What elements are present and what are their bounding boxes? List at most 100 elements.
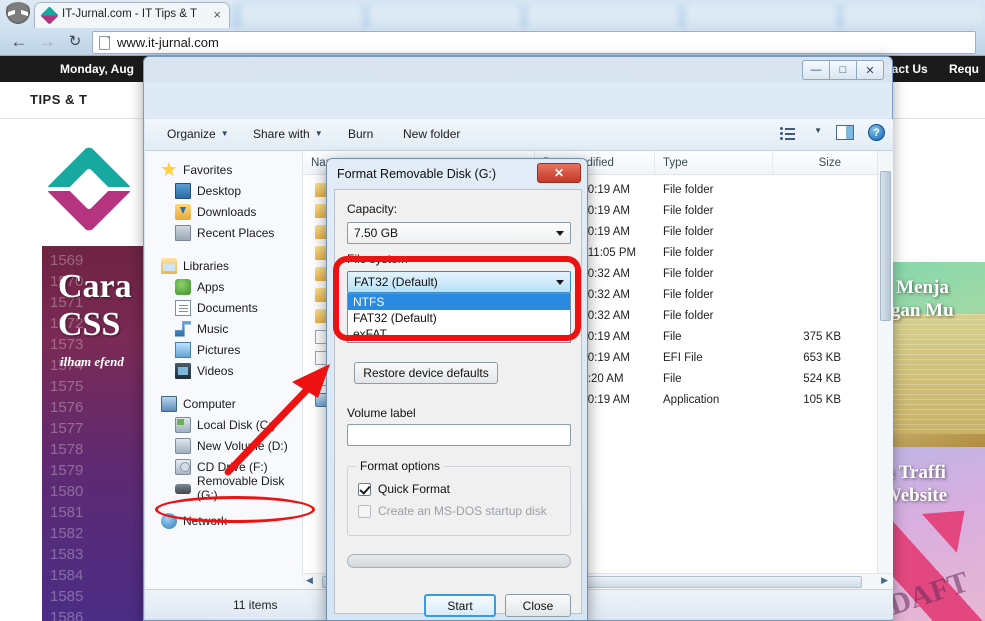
sidebar-item-favorites[interactable]: Favorites: [145, 159, 302, 180]
sidebar-item-label: Removable Disk (G:): [197, 473, 285, 502]
star-icon: [161, 161, 177, 177]
msdos-startup-disk-checkbox[interactable]: [358, 505, 371, 518]
explorer-address-row: ← → ▾ ▸ Computer ▸ Removable Disk (G:) ▸…: [144, 87, 892, 145]
sidebar-item-removable-disk-g[interactable]: Removable Disk (G:): [145, 474, 302, 502]
restore-device-defaults-button[interactable]: Restore device defaults: [354, 362, 498, 384]
toolbar-organize-button[interactable]: Organize ▼: [167, 127, 229, 141]
toolbar-right-icons: ▼ ?: [780, 124, 885, 141]
sidebar-item-new-volume-d[interactable]: New Volume (D:): [145, 435, 302, 456]
cell-type: File folder: [663, 267, 714, 280]
filesystem-option-exfat[interactable]: exFAT: [348, 326, 570, 342]
help-icon[interactable]: ?: [868, 124, 885, 141]
sidebar-item-label: CD Drive (F:): [197, 459, 268, 474]
preview-pane-icon[interactable]: [836, 125, 854, 140]
change-view-icon[interactable]: [780, 126, 796, 140]
format-dialog[interactable]: Format Removable Disk (G:) ✕ Capacity: 7…: [326, 158, 588, 621]
browser-back-icon[interactable]: ←: [8, 31, 30, 53]
filesystem-chevron-down-icon: [556, 280, 564, 285]
sidebar-item-pictures[interactable]: Pictures: [145, 339, 302, 360]
nav-pane-spacer: [145, 381, 302, 393]
filesystem-option-ntfs[interactable]: NTFS: [348, 294, 570, 310]
sidebar-item-label: Computer: [183, 396, 236, 411]
cell-size: 653 KB: [803, 351, 841, 364]
article-left-author: ilham efend: [60, 354, 124, 369]
toolbar-new-folder-button[interactable]: New folder: [403, 127, 460, 141]
window-controls: — □ ✕: [802, 60, 884, 80]
sidebar-item-label: Libraries: [183, 258, 230, 273]
scroll-left-icon[interactable]: ◀: [306, 575, 313, 586]
navigation-pane[interactable]: Favorites Desktop Downloads Recent Places Li…: [145, 151, 303, 591]
code-line-number: 1576: [50, 399, 84, 416]
code-line-number: 1586: [50, 609, 84, 621]
cell-type: File folder: [663, 288, 714, 301]
code-line-number: 1582: [50, 525, 84, 542]
quick-format-checkbox[interactable]: [358, 483, 371, 496]
toolbar-share-with-button[interactable]: Share with ▼: [253, 127, 323, 141]
toolbar-burn-button[interactable]: Burn: [348, 127, 373, 141]
sidebar-item-downloads[interactable]: Downloads: [145, 201, 302, 222]
website-tagline: TIPS & T: [30, 92, 88, 107]
format-options-group: Format options Quick Format Create an MS…: [347, 459, 571, 536]
sidebar-item-libraries[interactable]: Libraries: [145, 255, 302, 276]
sidebar-item-computer[interactable]: Computer: [145, 393, 302, 414]
browser-tab-strip: IT-Jurnal.com - IT Tips & T ×: [0, 0, 985, 28]
sidebar-item-local-disk-c[interactable]: Local Disk (C:): [145, 414, 302, 435]
sidebar-item-apps[interactable]: Apps: [145, 276, 302, 297]
minimize-button[interactable]: —: [802, 60, 830, 80]
code-line-number: 1581: [50, 504, 84, 521]
nav-request[interactable]: Requ: [949, 62, 979, 76]
filesystem-dropdown[interactable]: FAT32 (Default): [347, 271, 571, 293]
pictures-icon: [175, 341, 191, 358]
browser-chrome: IT-Jurnal.com - IT Tips & T × ← → ↻ www.…: [0, 0, 985, 56]
code-line-number: 1577: [50, 420, 84, 437]
sidebar-item-videos[interactable]: Videos: [145, 360, 302, 381]
sidebar-item-desktop[interactable]: Desktop: [145, 180, 302, 201]
filesystem-value: FAT32 (Default): [354, 275, 438, 289]
browser-address-bar[interactable]: www.it-jurnal.com: [92, 31, 976, 54]
capacity-dropdown[interactable]: 7.50 GB: [347, 222, 571, 244]
close-button[interactable]: ✕: [856, 60, 884, 80]
scroll-right-icon[interactable]: ▶: [881, 575, 888, 586]
change-view-chevron-down-icon[interactable]: ▼: [814, 126, 822, 135]
scrollbar-thumb[interactable]: [880, 171, 891, 321]
filesystem-option-list[interactable]: NTFS FAT32 (Default) exFAT: [347, 293, 571, 343]
browser-active-tab[interactable]: IT-Jurnal.com - IT Tips & T ×: [34, 2, 230, 28]
article-left-title-line2: CSS: [58, 306, 121, 343]
format-dialog-close-icon[interactable]: ✕: [537, 163, 581, 183]
maximize-button[interactable]: □: [829, 60, 857, 80]
sidebar-item-music[interactable]: Music: [145, 318, 302, 339]
msdos-startup-disk-label: Create an MS-DOS startup disk: [378, 504, 547, 518]
article-left-title-line1: Cara: [58, 268, 132, 305]
browser-reload-icon[interactable]: ↻: [64, 31, 86, 53]
filesystem-option-fat32-default[interactable]: FAT32 (Default): [348, 310, 570, 326]
browser-forward-icon[interactable]: →: [36, 31, 58, 53]
sidebar-item-network[interactable]: Network: [145, 510, 302, 531]
close-button-dialog[interactable]: Close: [505, 594, 571, 617]
start-button[interactable]: Start: [424, 594, 496, 617]
tab-close-icon[interactable]: ×: [213, 7, 221, 22]
explorer-title-bar[interactable]: — □ ✕: [144, 57, 892, 87]
column-header-size[interactable]: Size: [773, 151, 853, 174]
capacity-label: Capacity:: [347, 202, 398, 216]
sidebar-item-documents[interactable]: Documents: [145, 297, 302, 318]
item-count: 11 items: [233, 597, 278, 612]
cell-type: Application: [663, 393, 720, 406]
background-tabs[interactable]: [232, 1, 985, 28]
nav-pane-spacer: [145, 243, 302, 255]
code-line-number: 1579: [50, 462, 84, 479]
sidebar-item-recent-places[interactable]: Recent Places: [145, 222, 302, 243]
volume-label-input[interactable]: [347, 424, 571, 446]
browser-person-icon[interactable]: [4, 2, 32, 26]
quick-format-label[interactable]: Quick Format: [378, 482, 450, 496]
page-document-icon: [99, 36, 110, 50]
capacity-chevron-down-icon: [556, 231, 564, 236]
cell-type: File folder: [663, 183, 714, 196]
apps-icon: [175, 278, 191, 295]
code-line-number: 1580: [50, 483, 84, 500]
file-list-scrollbar[interactable]: [877, 151, 893, 591]
active-tab-title: IT-Jurnal.com - IT Tips & T: [62, 8, 198, 20]
website-logo[interactable]: [45, 145, 133, 233]
usb-drive-icon: [175, 484, 191, 494]
column-header-type[interactable]: Type: [655, 151, 773, 174]
sidebar-item-label: Favorites: [183, 162, 233, 177]
